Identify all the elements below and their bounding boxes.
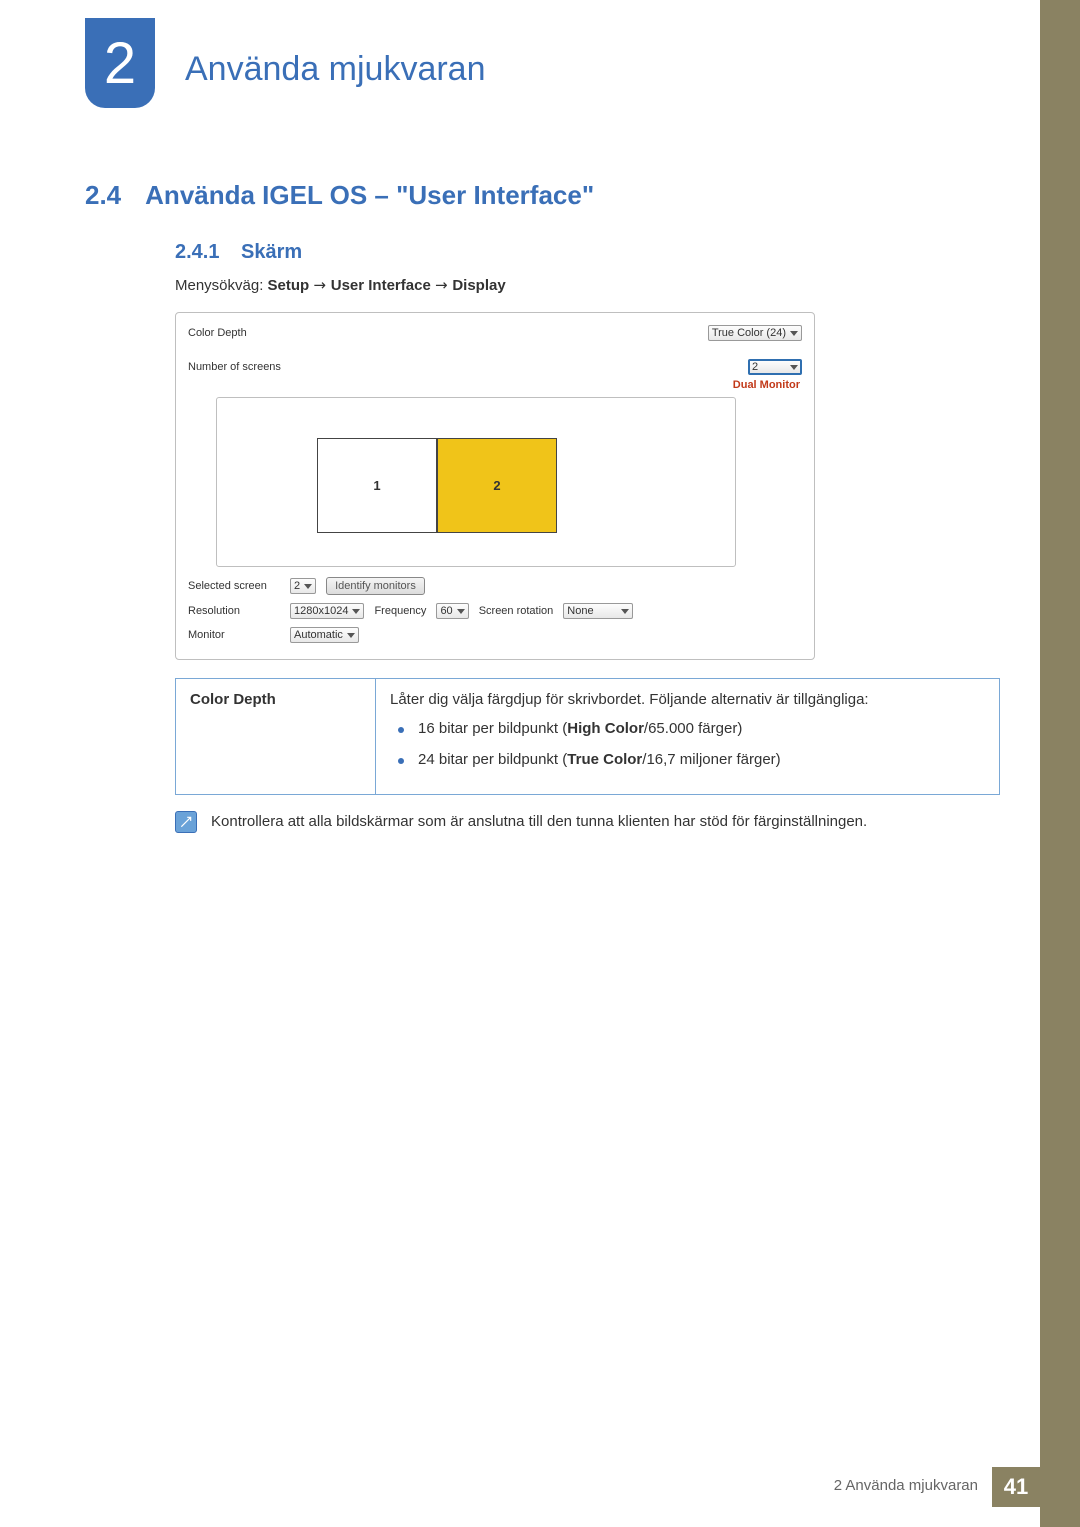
chapter-number: 2 [104,30,136,97]
rotation-value: None [567,605,593,617]
bullet-bold: High Color [567,720,644,737]
bullet-pre: 16 bitar per bildpunkt ( [418,720,567,737]
rotation-select[interactable]: None [563,603,633,619]
list-item: 16 bitar per bildpunkt (High Color/65.00… [390,720,985,737]
monitor-2[interactable]: 2 [437,438,557,533]
menu-path-part-2: Display [452,277,505,294]
color-depth-row: Color Depth True Color (24) [188,325,802,341]
rotation-label: Screen rotation [479,605,554,617]
feature-desc-cell: Låter dig välja färgdjup för skrivbordet… [376,679,1000,795]
num-screens-value: 2 [752,361,758,373]
frequency-label: Frequency [374,605,426,617]
identify-monitors-label: Identify monitors [335,580,416,592]
chevron-down-icon [457,609,465,614]
note-text: Kontrollera att alla bildskärmar som är … [211,811,867,830]
selected-screen-value: 2 [294,580,300,592]
color-depth-label: Color Depth [188,327,247,339]
panel-controls: Selected screen 2 Identify monitors Reso… [188,577,802,643]
section-number: 2.4 [85,180,121,211]
monitor-value: Automatic [294,629,343,641]
footer-text: 2 Använda mjukvaran [834,1467,992,1507]
resolution-label: Resolution [188,605,280,617]
chevron-down-icon [304,584,312,589]
menu-path-prefix: Menysökväg: [175,277,268,294]
note-icon [175,811,197,833]
arrow-icon: → [435,276,452,294]
bullet-bold: True Color [567,751,642,768]
subsection-number: 2.4.1 [175,241,219,263]
resolution-select[interactable]: 1280x1024 [290,603,364,619]
menu-path: Menysökväg: Setup → User Interface → Dis… [175,276,990,294]
content: 2.4 Använda IGEL OS – "User Interface" 2… [85,180,990,833]
resolution-value: 1280x1024 [294,605,348,617]
monitor-1[interactable]: 1 [317,438,437,533]
display-settings-panel: Color Depth True Color (24) Number of sc… [175,312,990,660]
chevron-down-icon [790,365,798,370]
identify-monitors-button[interactable]: Identify monitors [326,577,425,595]
subsection-title: Skärm [241,241,302,263]
side-strip [1040,0,1080,1527]
chevron-down-icon [621,609,629,614]
monitor-select[interactable]: Automatic [290,627,359,643]
chapter-title: Använda mjukvaran [185,50,486,89]
feature-bullets: 16 bitar per bildpunkt (High Color/65.00… [390,720,985,768]
monitor-label: Monitor [188,629,280,641]
feature-table: Color Depth Låter dig välja färgdjup för… [175,678,1000,795]
section-title: Använda IGEL OS – "User Interface" [145,180,594,211]
bullet-pre: 24 bitar per bildpunkt ( [418,751,567,768]
frequency-value: 60 [440,605,452,617]
num-screens-select[interactable]: 2 [748,359,802,375]
menu-path-part-0: Setup [268,277,310,294]
page-footer: 2 Använda mjukvaran 41 [834,1467,1040,1507]
monitor-1-label: 1 [373,478,380,493]
menu-path-part-1: User Interface [331,277,431,294]
note-row: Kontrollera att alla bildskärmar som är … [175,811,990,833]
num-screens-label: Number of screens [188,361,281,373]
chevron-down-icon [790,331,798,336]
bullet-post: /16,7 miljoner färger) [642,751,780,768]
monitor-layout-canvas[interactable]: 1 2 [216,397,736,567]
feature-desc-intro: Låter dig välja färgdjup för skrivbordet… [390,691,985,708]
panel-outer: Color Depth True Color (24) Number of sc… [175,312,815,660]
chevron-down-icon [347,633,355,638]
arrow-icon: → [313,276,330,294]
chapter-tab: 2 [85,18,155,108]
dual-monitor-badge: Dual Monitor [188,379,800,391]
selected-screen-label: Selected screen [188,580,280,592]
color-depth-select[interactable]: True Color (24) [708,325,802,341]
monitor-2-label: 2 [493,478,500,493]
num-screens-row: Number of screens 2 [188,359,802,375]
feature-key: Color Depth [176,679,376,795]
section-heading: 2.4 Använda IGEL OS – "User Interface" [85,180,990,211]
list-item: 24 bitar per bildpunkt (True Color/16,7 … [390,751,985,768]
bullet-post: /65.000 färger) [644,720,742,737]
color-depth-value: True Color (24) [712,327,786,339]
page-number: 41 [992,1467,1040,1507]
selected-screen-select[interactable]: 2 [290,578,316,594]
subsection-heading: 2.4.1 Skärm [175,241,990,264]
frequency-select[interactable]: 60 [436,603,468,619]
table-row: Color Depth Låter dig välja färgdjup för… [176,679,1000,795]
chevron-down-icon [352,609,360,614]
